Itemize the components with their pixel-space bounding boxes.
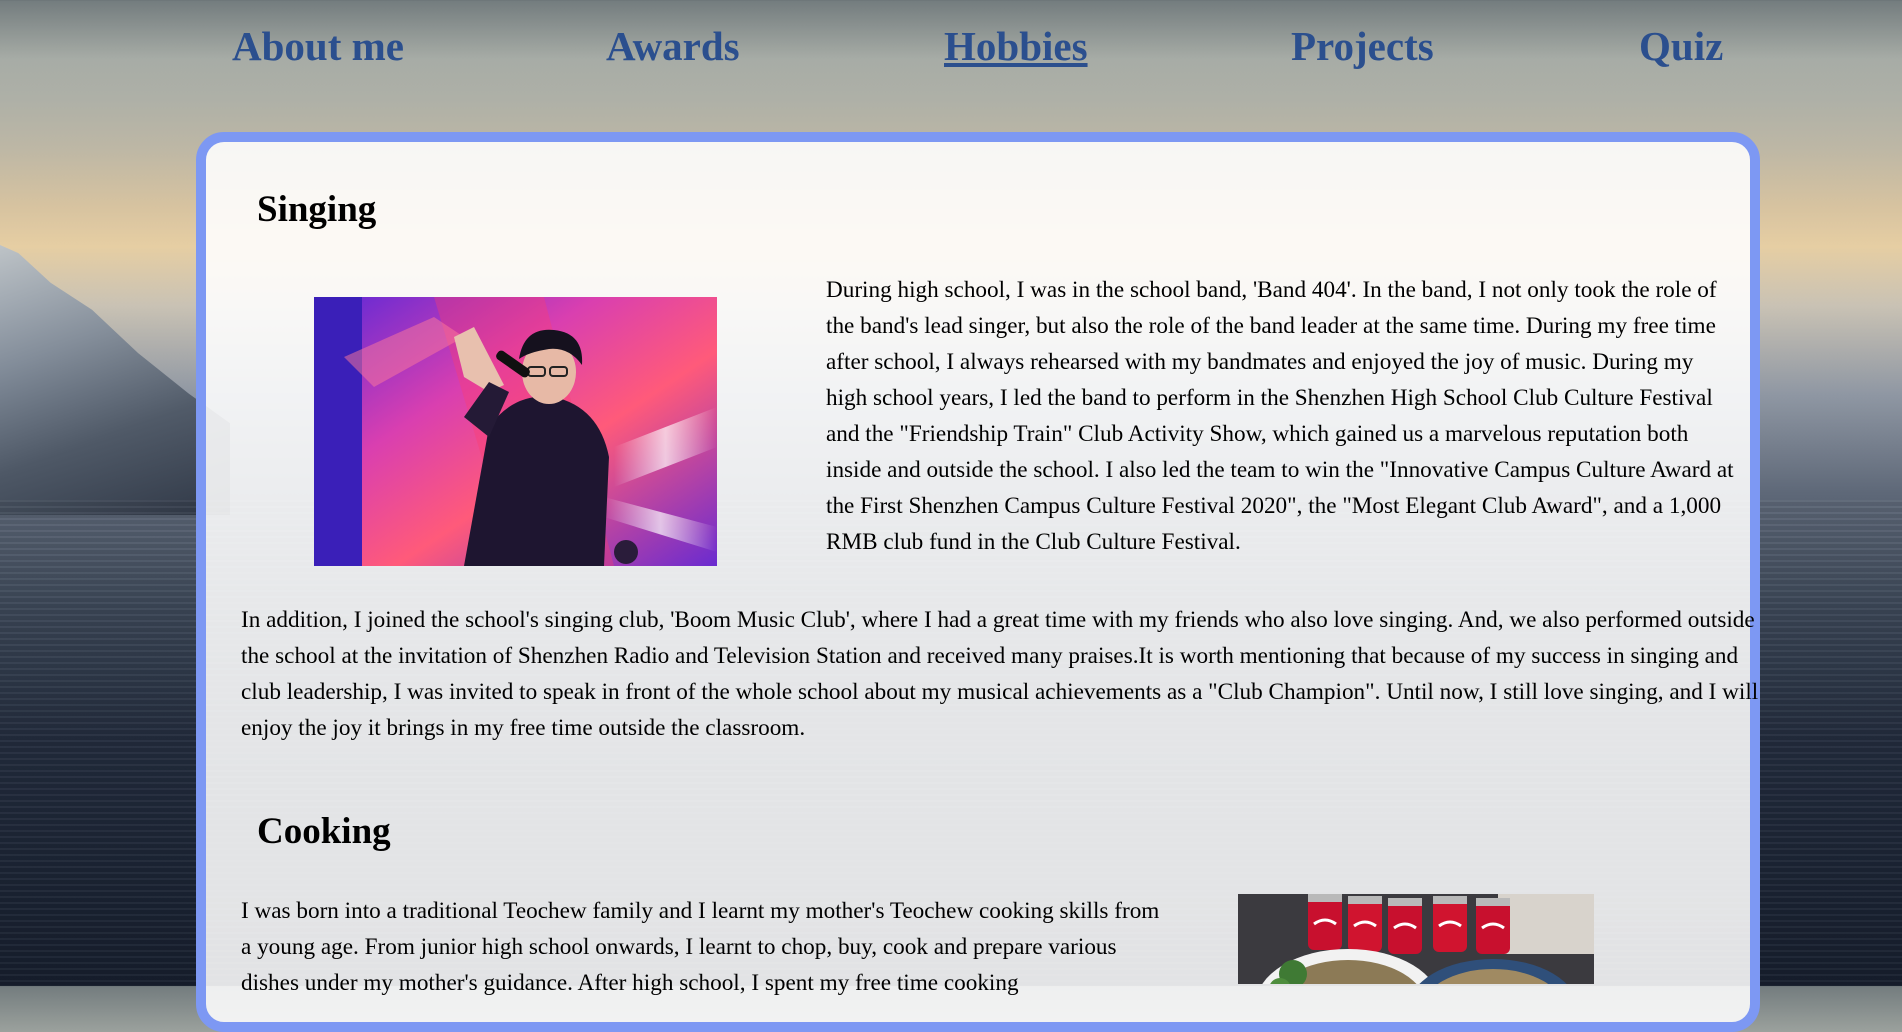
nav-link-about-me[interactable]: About me: [232, 22, 404, 70]
nav-link-projects[interactable]: Projects: [1291, 22, 1434, 70]
cooking-heading: Cooking: [257, 811, 391, 852]
nav-link-quiz[interactable]: Quiz: [1639, 22, 1723, 70]
soda-cans: [1308, 894, 1510, 954]
singing-paragraph-2: In addition, I joined the school's singi…: [241, 607, 1759, 741]
singing-photo: [314, 297, 717, 566]
nav-link-awards[interactable]: Awards: [606, 22, 740, 70]
singing-paragraph-1: During high school, I was in the school …: [826, 277, 1734, 555]
cooking-paragraph-1: I was born into a traditional Teochew fa…: [241, 898, 1160, 996]
cooking-photo-image: [1238, 894, 1594, 984]
cooking-photo: [1238, 894, 1594, 984]
nav-link-hobbies[interactable]: Hobbies: [944, 22, 1088, 70]
singing-heading: Singing: [257, 189, 377, 230]
top-navigation: About me Awards Hobbies Projects Quiz: [0, 0, 1902, 100]
singing-photo-image: [314, 297, 717, 566]
hobbies-content-card: Singing During high school, I was in the…: [196, 132, 1760, 1032]
